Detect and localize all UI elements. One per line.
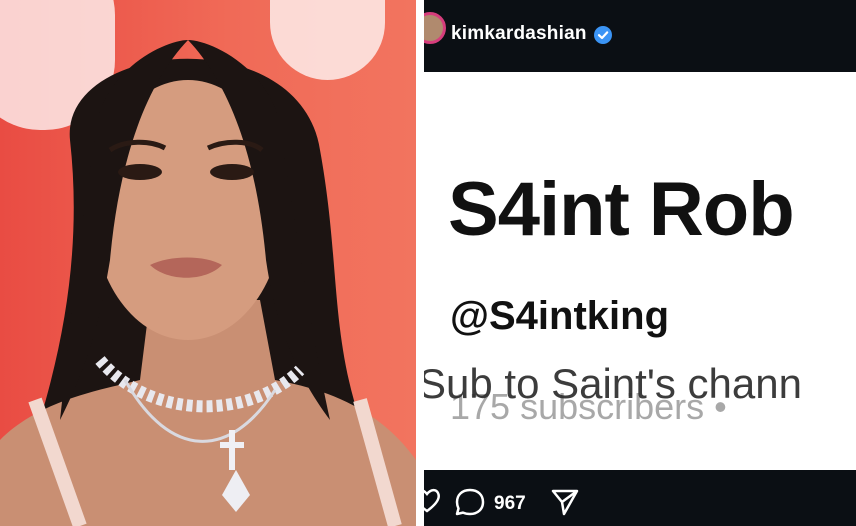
profile-avatar[interactable]: [424, 12, 446, 44]
comment-icon[interactable]: [454, 487, 486, 522]
panel-divider: [416, 0, 424, 526]
instagram-post: kimkardashian S4int Rob @S4intking 175 s…: [424, 0, 856, 526]
channel-handle: @S4intking: [450, 294, 670, 338]
post-action-bar: 967: [424, 470, 856, 526]
post-header: kimkardashian: [424, 0, 856, 72]
caption-overlay-text: Sub to Saint's chann: [424, 360, 802, 407]
composite-image: kimkardashian S4int Rob @S4intking 175 s…: [0, 0, 856, 526]
post-image[interactable]: S4int Rob @S4intking 175 subscribers • S…: [424, 72, 856, 470]
heart-icon[interactable]: [424, 486, 442, 519]
comment-count: 967: [494, 493, 526, 514]
verified-badge-icon: [594, 26, 612, 44]
photo-panel: [0, 0, 416, 526]
portrait-illustration: [0, 40, 416, 526]
post-username[interactable]: kimkardashian: [451, 23, 587, 45]
paper-plane-icon[interactable]: [550, 488, 580, 521]
channel-name: S4int Rob: [448, 167, 795, 252]
